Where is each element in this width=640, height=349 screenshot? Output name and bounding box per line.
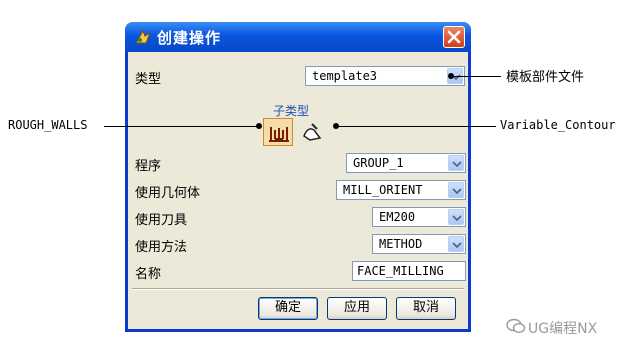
callout-rough-walls: ROUGH_WALLS [8,118,88,132]
variable-contour-icon [303,123,322,141]
tool-value: EM200 [379,210,416,224]
callout-template-file: 模板部件文件 [506,70,585,85]
ug-app-icon [133,27,153,47]
type-value: template3 [312,69,378,83]
callout-dot-rough-walls [256,123,262,129]
close-button[interactable] [443,26,465,48]
watermark-text: UG编程NX [528,321,598,337]
dialog-title: 创建操作 [157,29,222,47]
rough-walls-icon [269,127,289,142]
tool-dropdown-button[interactable] [448,209,464,225]
geometry-value: MILL_ORIENT [343,183,423,197]
callout-line-variable-contour [336,126,496,127]
callout-variable-contour: Variable_Contour [500,118,616,132]
button-separator [132,288,464,290]
chevron-down-icon [452,161,462,167]
ok-button[interactable]: 确定 [258,297,318,320]
subtype-variable-contour[interactable] [297,118,327,146]
method-label: 使用方法 [135,240,188,255]
program-label: 程序 [135,159,162,174]
subtype-group: 子类型 [263,102,353,148]
apply-button[interactable]: 应用 [327,297,387,320]
name-label: 名称 [135,267,162,282]
method-select[interactable]: METHOD [372,234,466,254]
program-value: GROUP_1 [353,156,404,170]
chevron-down-icon [452,188,462,194]
cancel-button[interactable]: 取消 [396,297,456,320]
name-value: FACE_MILLING [357,264,444,278]
geometry-label: 使用几何体 [135,186,201,201]
subtype-rough-walls[interactable] [263,118,293,146]
subtype-caption: 子类型 [273,104,310,118]
close-icon [447,30,461,44]
method-value: METHOD [379,237,423,251]
tool-select[interactable]: EM200 [372,207,466,227]
geometry-dropdown-button[interactable] [448,182,464,198]
type-label: 类型 [135,72,162,87]
name-input[interactable]: FACE_MILLING [352,261,466,281]
callout-line-template [451,76,501,77]
program-select[interactable]: GROUP_1 [346,153,466,173]
callout-line-rough-walls [104,126,258,127]
program-dropdown-button[interactable] [448,155,464,171]
chevron-down-icon [452,215,462,221]
title-bar[interactable]: 创建操作 [125,22,471,52]
type-select[interactable]: template3 [305,66,465,86]
create-operation-dialog: 创建操作 类型 template3 子类型 程序 GROUP_1 使用几何体 M… [125,22,471,332]
method-dropdown-button[interactable] [448,236,464,252]
tool-label: 使用刀具 [135,213,188,228]
wechat-icon [506,316,526,340]
geometry-select[interactable]: MILL_ORIENT [336,180,466,200]
chevron-down-icon [452,242,462,248]
